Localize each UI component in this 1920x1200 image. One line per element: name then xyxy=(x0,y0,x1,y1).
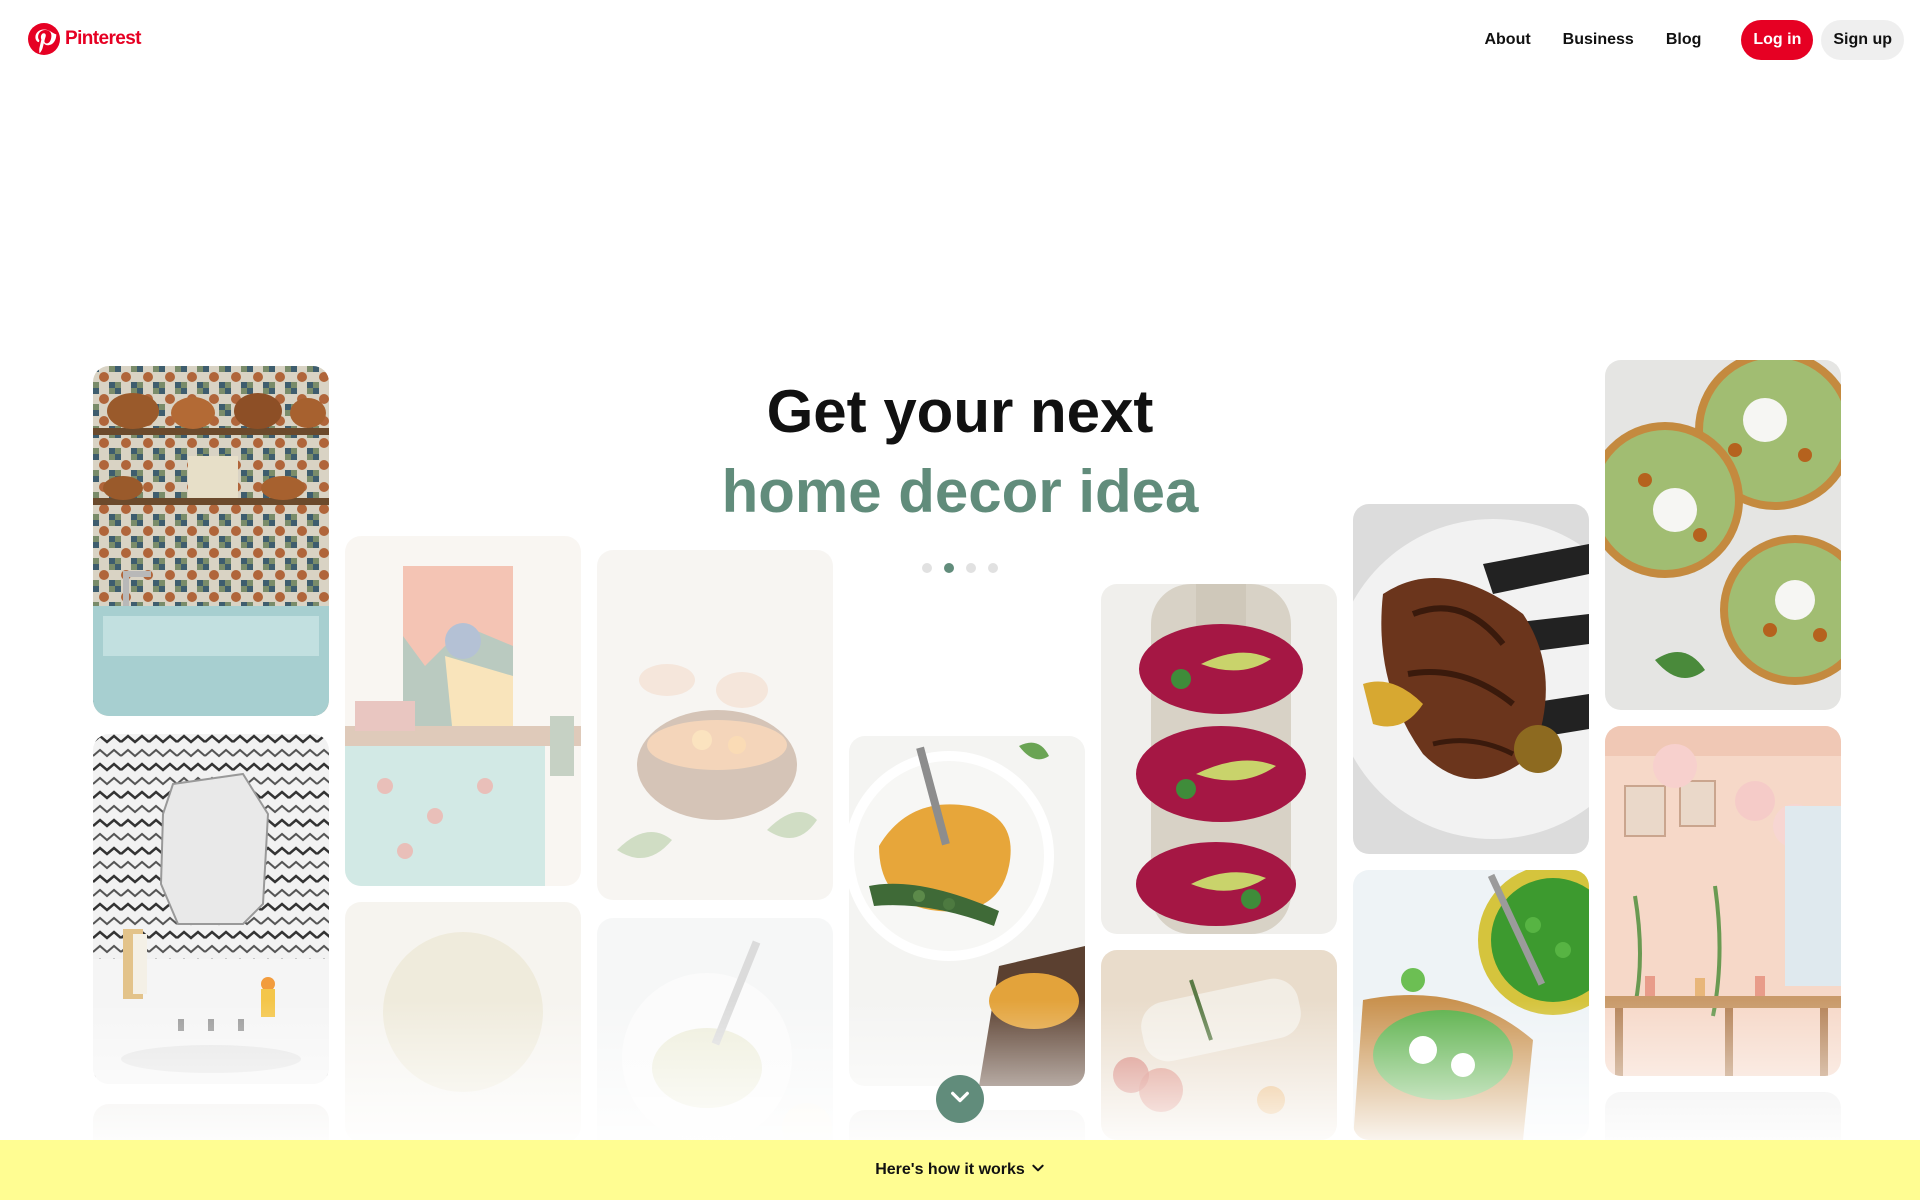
carousel-dot-1[interactable] xyxy=(922,563,932,573)
pin-grilled-chicken[interactable] xyxy=(1353,504,1589,854)
top-header: Pinterest About Business Blog Log in Sig… xyxy=(0,0,1920,80)
pinterest-logo[interactable]: Pinterest xyxy=(28,23,142,55)
how-it-works-banner: Here's how it works xyxy=(0,1140,1920,1200)
signup-button[interactable]: Sign up xyxy=(1821,20,1904,60)
chevron-down-icon xyxy=(1031,1161,1045,1180)
how-it-works-link[interactable]: Here's how it works xyxy=(875,1161,1045,1180)
carousel-dots xyxy=(922,563,998,573)
pin-faded-food-1[interactable] xyxy=(345,902,581,1142)
nav-about-link[interactable]: About xyxy=(1484,31,1530,49)
carousel-dot-3[interactable] xyxy=(966,563,976,573)
pin-bathroom-wallpaper[interactable] xyxy=(93,734,329,1084)
pin-beet-avocado-toast[interactable] xyxy=(1101,584,1337,934)
hero-subtitle-topic: home decor idea xyxy=(721,458,1199,525)
login-button[interactable]: Log in xyxy=(1741,20,1814,60)
carousel-dot-2[interactable] xyxy=(944,563,954,573)
brand-name: Pinterest xyxy=(65,28,142,49)
carousel-dot-4[interactable] xyxy=(988,563,998,573)
how-it-works-label: Here's how it works xyxy=(875,1161,1025,1178)
pin-hummus-bowl[interactable] xyxy=(849,736,1085,1086)
chevron-down-icon xyxy=(949,1086,971,1113)
pin-bedroom-painting[interactable] xyxy=(345,536,581,886)
pinterest-logo-icon xyxy=(28,23,60,55)
scroll-down-button[interactable] xyxy=(936,1075,984,1123)
pin-pasta-bowl[interactable] xyxy=(597,918,833,1158)
hero-title: Get your next xyxy=(766,378,1154,445)
top-nav: About Business Blog Log in Sign up xyxy=(1484,20,1904,60)
pin-hands-wooden-bowl[interactable] xyxy=(597,550,833,900)
nav-business-link[interactable]: Business xyxy=(1563,31,1634,49)
pin-pink-party-room[interactable] xyxy=(1605,726,1841,1076)
nav-blog-link[interactable]: Blog xyxy=(1666,31,1702,49)
pin-wrapped-bread-wine[interactable] xyxy=(1101,950,1337,1140)
pin-pea-feta-toast[interactable] xyxy=(1353,870,1589,1140)
